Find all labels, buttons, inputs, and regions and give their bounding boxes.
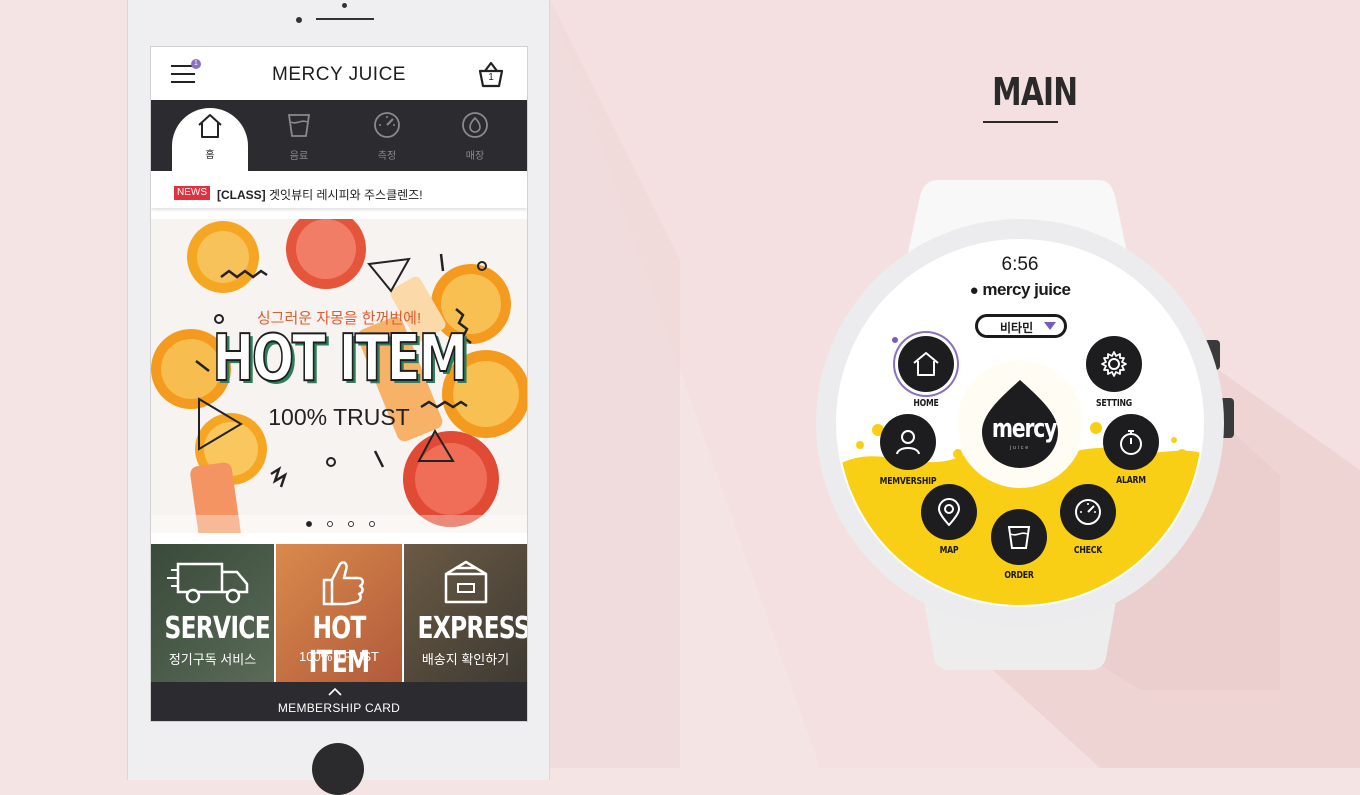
caret-down-icon — [1044, 322, 1056, 330]
tab-label: 음료 — [289, 151, 309, 162]
hero-title: HOT ITEM — [212, 322, 469, 396]
home-icon — [913, 352, 939, 376]
watch-setting-label: SETTING — [1096, 398, 1132, 409]
watch-map-label: MAP — [939, 545, 959, 556]
section-underline — [983, 121, 1058, 123]
watch-alarm-label: ALARM — [1116, 475, 1146, 486]
cup-icon — [1007, 526, 1031, 549]
tab-home[interactable]: 홈 — [172, 108, 248, 171]
section-title: MAIN — [992, 70, 1078, 114]
watch-check-button[interactable] — [1060, 484, 1116, 540]
home-icon — [198, 114, 222, 138]
location-icon — [462, 112, 488, 138]
tab-drinks[interactable]: 음료 — [261, 100, 337, 171]
news-badge: NEWS — [174, 186, 210, 200]
tab-measure[interactable]: 측정 — [349, 100, 425, 171]
camera-dot — [296, 17, 302, 23]
tab-label: 홈 — [205, 150, 215, 161]
tile-subtitle: 100% TRUST — [299, 649, 379, 664]
package-icon — [444, 560, 488, 604]
sensor-dot — [342, 3, 347, 8]
tab-label: 측정 — [377, 151, 397, 162]
watch-membership-button[interactable] — [880, 414, 936, 470]
watch-home-label: HOME — [913, 398, 939, 409]
phone-home-button[interactable] — [312, 743, 364, 795]
news-headline: [CLASS] 겟잇뷰티 레시피와 주스클렌즈! — [217, 188, 423, 202]
carousel-dot[interactable] — [306, 521, 312, 527]
watch-home-button[interactable] — [898, 336, 954, 392]
gauge-icon — [1075, 499, 1101, 525]
tile-hot-item[interactable]: HOT ITEM 100% TRUST — [276, 544, 402, 682]
stopwatch-icon — [1120, 430, 1142, 455]
tile-title: SERVICE — [164, 611, 271, 646]
speaker-bar — [316, 18, 374, 20]
membership-card-bar[interactable]: MEMBERSHIP CARD — [151, 682, 527, 721]
news-ticker[interactable]: NEWS [CLASS] 겟잇뷰티 레시피와 주스클렌즈! — [151, 178, 527, 208]
cart-button[interactable]: 1 — [476, 60, 506, 90]
chevron-up-icon — [328, 687, 342, 696]
watch-center-logo: mercy — [991, 414, 1057, 444]
thumbs-up-icon — [322, 561, 364, 606]
gauge-icon — [374, 112, 400, 138]
watch-setting-button[interactable] — [1086, 336, 1142, 392]
watch-map-button[interactable] — [921, 484, 977, 540]
tab-stores[interactable]: 매장 — [437, 100, 513, 171]
gear-icon — [1101, 351, 1127, 377]
tab-bar: 홈 음료 측정 매장 — [151, 100, 527, 171]
watch-center-logo-sub: juice — [1009, 445, 1031, 451]
watch-order-button[interactable] — [991, 509, 1047, 565]
watch-select-value: 비타민 — [1000, 321, 1034, 335]
watch-brand: ● mercy juice — [969, 280, 1071, 299]
watch-order-label: ORDER — [1004, 570, 1034, 581]
hero-tagline: 100% TRUST — [268, 404, 410, 430]
tab-label: 매장 — [465, 151, 485, 162]
app-header: 1 MERCY JUICE 1 — [151, 47, 527, 100]
watch-category-select[interactable]: 비타민 — [975, 314, 1067, 338]
feature-tiles: SERVICE 정기구독 서비스 HOT ITEM 100% TRUST EXP… — [151, 544, 527, 682]
tile-service[interactable]: SERVICE 정기구독 서비스 — [151, 544, 274, 682]
user-icon — [896, 430, 920, 455]
truck-icon — [167, 562, 249, 604]
tile-title: HOT ITEM — [308, 611, 371, 680]
watch-time: 6:56 — [1001, 254, 1039, 275]
app-screen: 1 MERCY JUICE 1 홈 음료 측정 매장 NEWS [CLASS] … — [150, 46, 528, 722]
tile-title: EXPRESS — [417, 611, 527, 646]
watch-alarm-button[interactable] — [1103, 414, 1159, 470]
carousel-dot[interactable] — [369, 521, 375, 527]
membership-card-label: MEMBERSHIP CARD — [277, 701, 401, 715]
tile-subtitle: 정기구독 서비스 — [168, 652, 257, 667]
tile-subtitle: 배송지 확인하기 — [421, 652, 510, 667]
app-title: MERCY JUICE — [272, 64, 406, 85]
cup-icon — [287, 114, 311, 137]
watch-membership-label: MEMVERSHIP — [879, 476, 937, 487]
cart-count: 1 — [488, 72, 494, 83]
carousel-dot[interactable] — [327, 521, 333, 527]
hero-banner[interactable]: 싱그러운 자몽을 한꺼번에! HOT ITEM 100% TRUST — [151, 219, 527, 533]
carousel-dot[interactable] — [348, 521, 354, 527]
map-pin-icon — [937, 498, 961, 526]
tile-express[interactable]: EXPRESS 배송지 확인하기 — [404, 544, 527, 682]
watch-check-label: CHECK — [1073, 545, 1103, 556]
